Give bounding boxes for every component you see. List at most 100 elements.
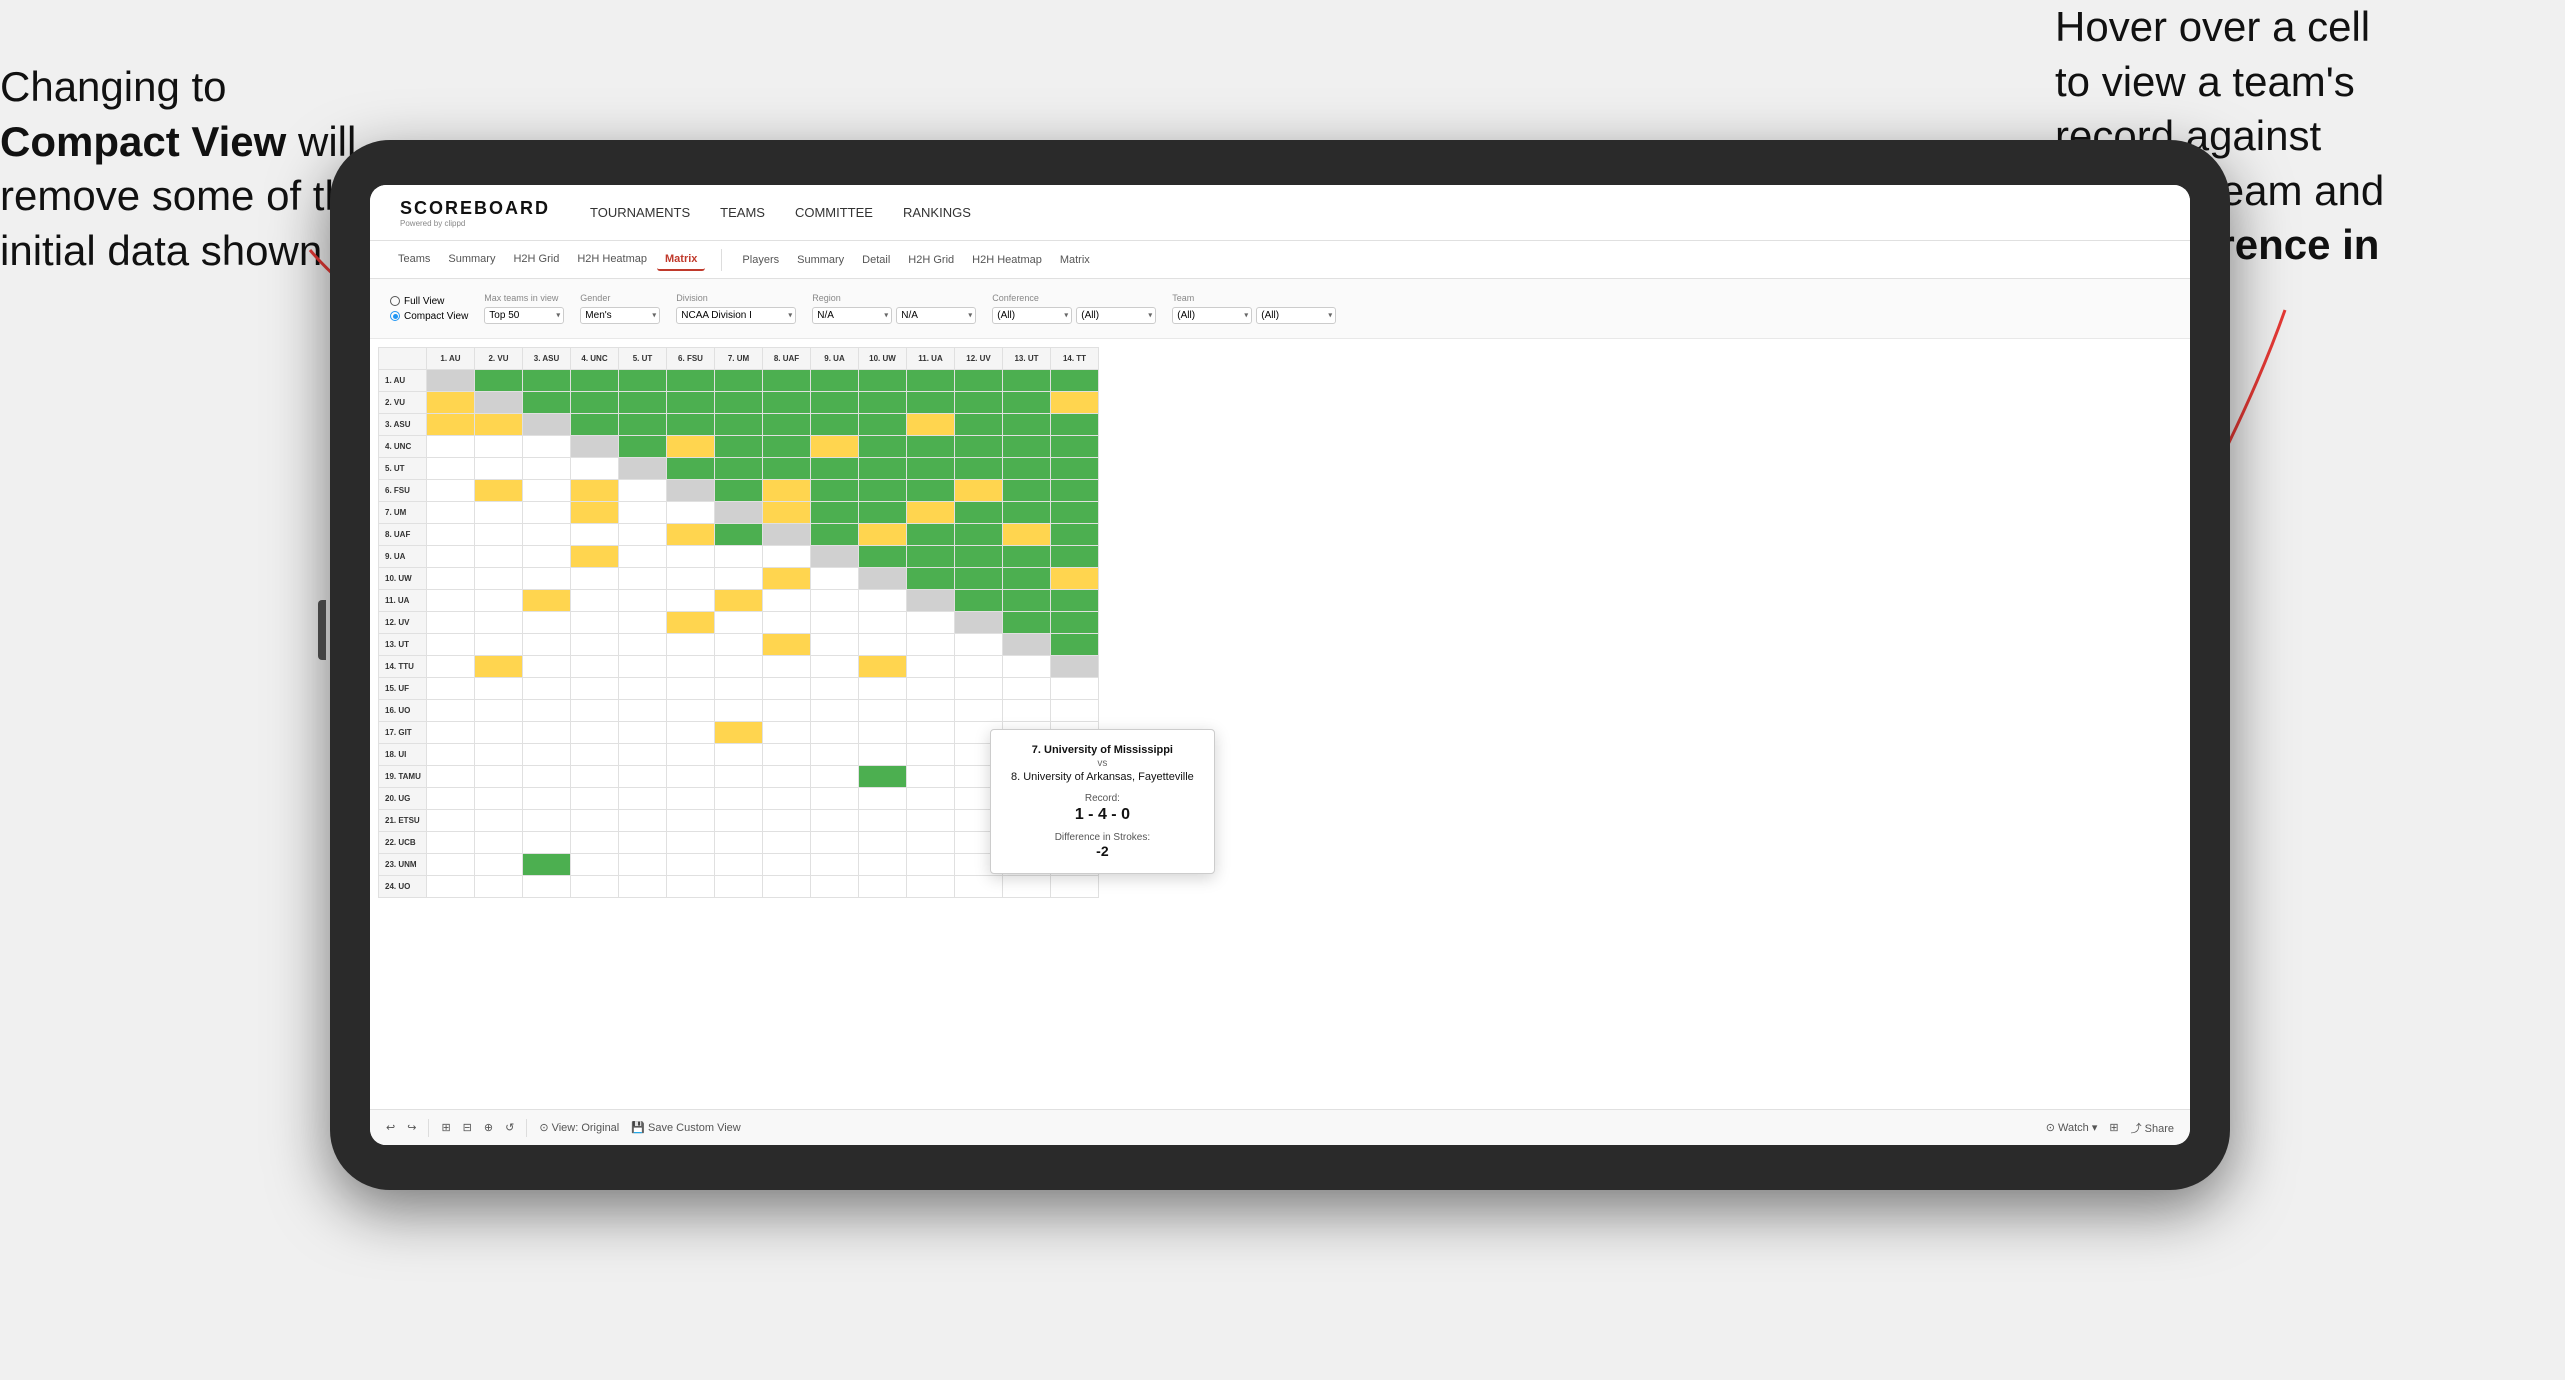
matrix-cell[interactable] <box>475 524 523 546</box>
matrix-cell[interactable] <box>811 788 859 810</box>
matrix-cell[interactable] <box>715 876 763 898</box>
matrix-cell[interactable] <box>571 502 619 524</box>
matrix-cell[interactable] <box>763 832 811 854</box>
matrix-cell[interactable] <box>907 832 955 854</box>
matrix-cell[interactable] <box>859 524 907 546</box>
matrix-cell[interactable] <box>715 436 763 458</box>
matrix-cell[interactable] <box>907 458 955 480</box>
matrix-cell[interactable] <box>715 678 763 700</box>
matrix-cell[interactable] <box>571 436 619 458</box>
toolbar-reset[interactable]: ↺ <box>505 1121 514 1134</box>
matrix-cell[interactable] <box>619 744 667 766</box>
matrix-cell[interactable] <box>523 788 571 810</box>
filter-max-teams-select[interactable]: Top 50 <box>484 307 564 324</box>
toolbar-watch[interactable]: ⊙ Watch ▾ <box>2046 1121 2098 1134</box>
matrix-cell[interactable] <box>811 876 859 898</box>
matrix-cell[interactable] <box>427 370 475 392</box>
matrix-cell[interactable] <box>475 722 523 744</box>
matrix-cell[interactable] <box>523 744 571 766</box>
matrix-cell[interactable] <box>619 502 667 524</box>
matrix-cell[interactable] <box>619 700 667 722</box>
matrix-cell[interactable] <box>859 370 907 392</box>
matrix-cell[interactable] <box>763 700 811 722</box>
toolbar-undo[interactable]: ↩ <box>386 1121 395 1134</box>
filter-team2-select[interactable]: (All) <box>1256 307 1336 324</box>
matrix-cell[interactable] <box>667 370 715 392</box>
matrix-cell[interactable] <box>955 370 1003 392</box>
matrix-cell[interactable] <box>907 678 955 700</box>
matrix-cell[interactable] <box>427 502 475 524</box>
sub-tab-players[interactable]: Players <box>734 250 787 270</box>
matrix-cell[interactable] <box>1003 480 1051 502</box>
matrix-cell[interactable] <box>475 634 523 656</box>
matrix-cell[interactable] <box>475 458 523 480</box>
radio-full[interactable] <box>390 296 400 306</box>
matrix-cell[interactable] <box>523 414 571 436</box>
matrix-cell[interactable] <box>1003 546 1051 568</box>
matrix-cell[interactable] <box>475 854 523 876</box>
matrix-cell[interactable] <box>1003 502 1051 524</box>
matrix-cell[interactable] <box>715 480 763 502</box>
matrix-cell[interactable] <box>811 722 859 744</box>
matrix-cell[interactable] <box>427 788 475 810</box>
matrix-cell[interactable] <box>715 788 763 810</box>
matrix-cell[interactable] <box>571 458 619 480</box>
view-option-compact[interactable]: Compact View <box>390 311 468 322</box>
matrix-cell[interactable] <box>475 392 523 414</box>
matrix-cell[interactable] <box>907 810 955 832</box>
matrix-cell[interactable] <box>1051 370 1099 392</box>
sub-tab-detail[interactable]: Detail <box>854 250 898 270</box>
matrix-cell[interactable] <box>811 414 859 436</box>
matrix-cell[interactable] <box>1003 414 1051 436</box>
matrix-cell[interactable] <box>523 370 571 392</box>
matrix-cell[interactable] <box>907 370 955 392</box>
matrix-cell[interactable] <box>1051 678 1099 700</box>
matrix-cell[interactable] <box>763 788 811 810</box>
matrix-cell[interactable] <box>811 480 859 502</box>
matrix-cell[interactable] <box>1003 590 1051 612</box>
matrix-cell[interactable] <box>475 480 523 502</box>
matrix-cell[interactable] <box>859 612 907 634</box>
matrix-cell[interactable] <box>715 766 763 788</box>
matrix-cell[interactable] <box>1051 700 1099 722</box>
matrix-cell[interactable] <box>619 568 667 590</box>
matrix-cell[interactable] <box>763 810 811 832</box>
matrix-cell[interactable] <box>427 392 475 414</box>
matrix-cell[interactable] <box>715 546 763 568</box>
matrix-cell[interactable] <box>667 788 715 810</box>
matrix-cell[interactable] <box>571 788 619 810</box>
matrix-cell[interactable] <box>811 854 859 876</box>
matrix-cell[interactable] <box>571 612 619 634</box>
matrix-cell[interactable] <box>571 590 619 612</box>
matrix-cell[interactable] <box>1003 458 1051 480</box>
matrix-cell[interactable] <box>1003 634 1051 656</box>
matrix-cell[interactable] <box>811 810 859 832</box>
matrix-cell[interactable] <box>955 458 1003 480</box>
matrix-cell[interactable] <box>667 546 715 568</box>
matrix-cell[interactable] <box>955 392 1003 414</box>
matrix-cell[interactable] <box>859 480 907 502</box>
matrix-cell[interactable] <box>1051 876 1099 898</box>
matrix-cell[interactable] <box>667 436 715 458</box>
matrix-cell[interactable] <box>427 590 475 612</box>
matrix-cell[interactable] <box>475 744 523 766</box>
sub-tab-summary2[interactable]: Summary <box>789 250 852 270</box>
matrix-cell[interactable] <box>619 788 667 810</box>
matrix-cell[interactable] <box>859 744 907 766</box>
matrix-cell[interactable] <box>1003 700 1051 722</box>
toolbar-redo[interactable]: ↪ <box>407 1121 416 1134</box>
matrix-cell[interactable] <box>859 414 907 436</box>
matrix-cell[interactable] <box>523 392 571 414</box>
nav-tournaments[interactable]: TOURNAMENTS <box>590 201 690 224</box>
matrix-cell[interactable] <box>811 568 859 590</box>
toolbar-refresh[interactable]: ⊞ <box>441 1121 450 1134</box>
matrix-cell[interactable] <box>715 744 763 766</box>
matrix-cell[interactable] <box>667 700 715 722</box>
filter-gender-select[interactable]: Men's <box>580 307 660 324</box>
matrix-cell[interactable] <box>859 678 907 700</box>
view-option-full[interactable]: Full View <box>390 296 468 307</box>
toolbar-zoom-out[interactable]: ⊕ <box>484 1121 493 1134</box>
matrix-cell[interactable] <box>907 612 955 634</box>
matrix-cell[interactable] <box>859 766 907 788</box>
matrix-cell[interactable] <box>811 766 859 788</box>
